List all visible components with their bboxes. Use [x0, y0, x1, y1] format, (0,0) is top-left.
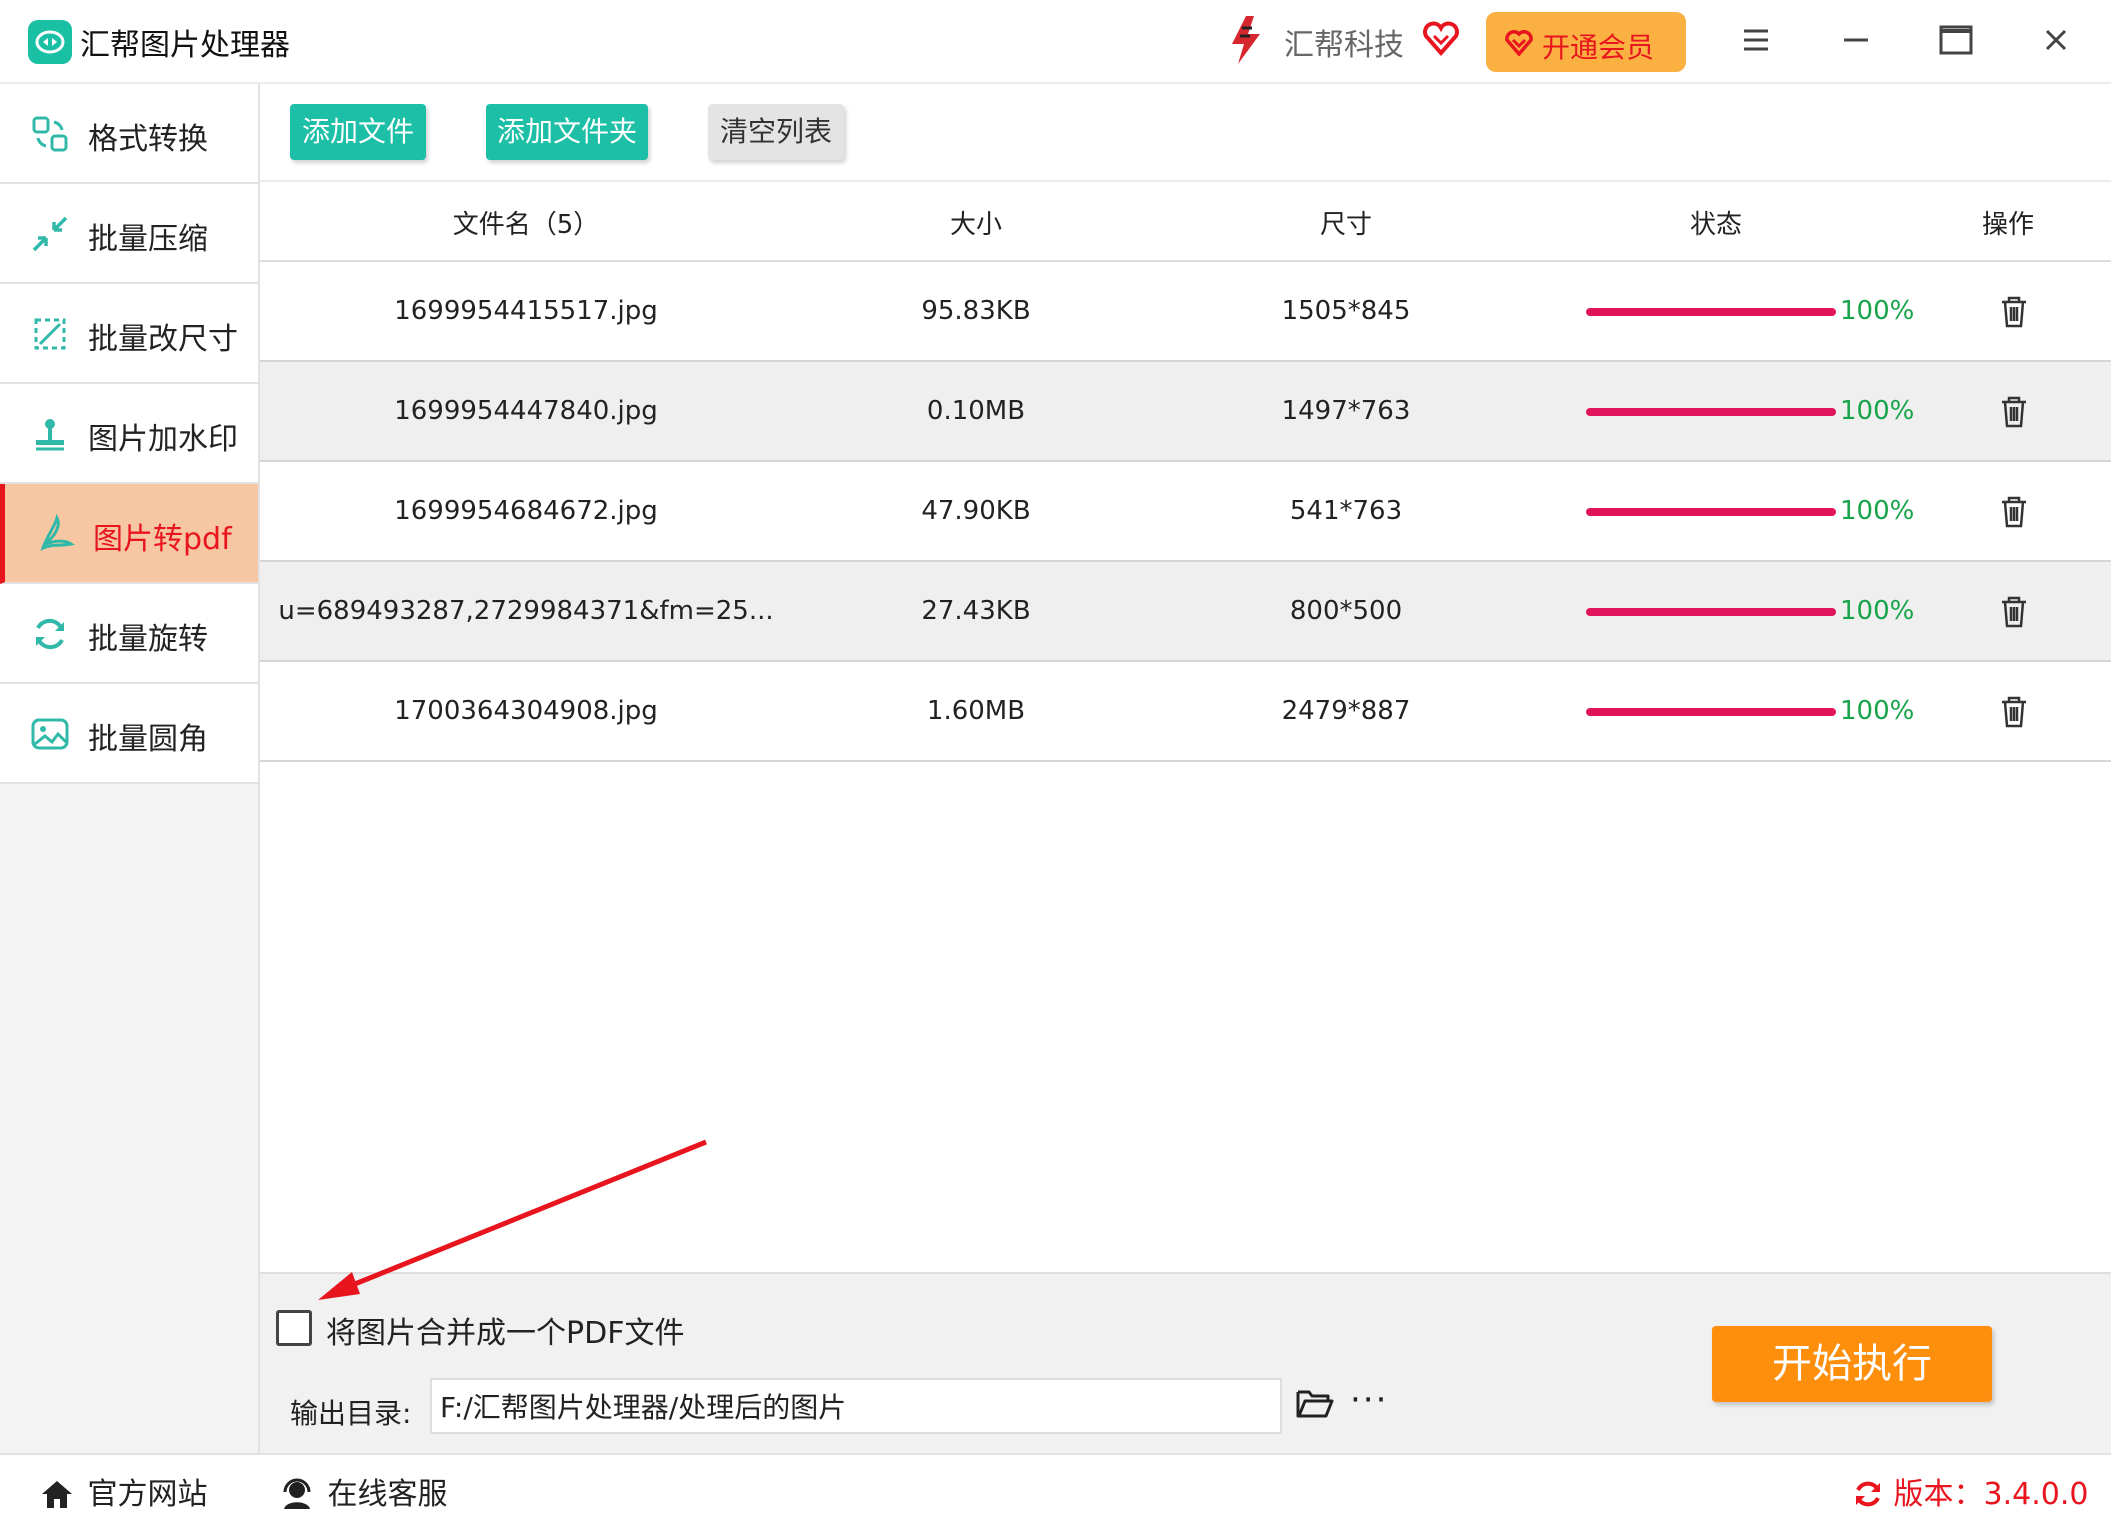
toolbar: 添加文件 添加文件夹 清空列表 — [260, 84, 2111, 182]
title-bar: 汇帮图片处理器 汇帮科技 开通会员 — [0, 0, 2111, 84]
progress-bar — [1586, 708, 1836, 716]
column-header-dimensions: 尺寸 — [1319, 210, 1373, 240]
file-dimensions: 2479*887 — [1281, 696, 1411, 726]
sidebar-item-rotate[interactable]: 批量旋转 — [0, 584, 258, 684]
column-header-filename: 文件名（5） — [452, 210, 600, 240]
sidebar: 格式转换 批量压缩 批量改尺寸 图片加水印 图片转pdf 批量旋转 批量圆角 — [0, 84, 260, 1453]
file-name: 1699954684672.jpg — [394, 496, 658, 526]
compress-icon — [30, 214, 70, 254]
delete-row-icon[interactable] — [1994, 292, 2034, 332]
output-dir-label: 输出目录: — [290, 1397, 412, 1430]
file-dimensions: 541*763 — [1289, 496, 1403, 526]
sidebar-item-label: 批量压缩 — [88, 222, 208, 257]
file-name: u=689493287,2729984371&fm=25... — [278, 596, 774, 626]
progress-bar — [1586, 608, 1836, 616]
brand-logo-icon — [1226, 14, 1266, 70]
sidebar-item-resize[interactable]: 批量改尺寸 — [0, 284, 258, 384]
watermark-icon — [30, 414, 70, 454]
website-label: 官方网站 — [87, 1477, 208, 1512]
brand-name: 汇帮科技 — [1284, 28, 1404, 63]
table-row[interactable]: 1699954684672.jpg 47.90KB 541*763 100% — [260, 462, 2111, 562]
add-file-button[interactable]: 添加文件 — [290, 104, 426, 160]
sidebar-item-image-to-pdf[interactable]: 图片转pdf — [0, 484, 258, 584]
table-row[interactable]: 1699954415517.jpg 95.83KB 1505*845 100% — [260, 262, 2111, 362]
add-folder-button[interactable]: 添加文件夹 — [486, 104, 648, 160]
file-size: 0.10MB — [926, 396, 1026, 426]
table-row[interactable]: u=689493287,2729984371&fm=25... 27.43KB … — [260, 562, 2111, 662]
round-corner-icon — [30, 714, 70, 754]
sidebar-item-label: 格式转换 — [88, 122, 208, 157]
maximize-icon[interactable] — [1934, 18, 1978, 62]
rotate-icon — [30, 614, 70, 654]
bottom-panel: 将图片合并成一个PDF文件 输出目录: F:/汇帮图片处理器/处理后的图片 ··… — [260, 1272, 2111, 1454]
official-website-link[interactable]: 官方网站 — [40, 1469, 208, 1513]
sidebar-item-label: 批量改尺寸 — [88, 322, 238, 357]
file-dimensions: 1497*763 — [1281, 396, 1411, 426]
file-dimensions: 800*500 — [1289, 596, 1403, 626]
progress-bar — [1586, 408, 1836, 416]
open-vip-button[interactable]: 开通会员 — [1486, 12, 1686, 72]
resize-icon — [30, 314, 70, 354]
more-options-icon[interactable]: ··· — [1350, 1380, 1388, 1420]
file-size: 1.60MB — [926, 696, 1026, 726]
delete-row-icon[interactable] — [1994, 492, 2034, 532]
progress-bar — [1586, 508, 1836, 516]
merge-pdf-label[interactable]: 将图片合并成一个PDF文件 — [326, 1308, 684, 1352]
refresh-icon — [1852, 1477, 1894, 1512]
version-info[interactable]: 版本：3.4.0.0 — [1852, 1469, 2089, 1513]
app-title: 汇帮图片处理器 — [80, 28, 290, 63]
clear-list-button[interactable]: 清空列表 — [708, 104, 844, 160]
column-header-action: 操作 — [1981, 210, 2035, 240]
output-dir-input[interactable]: F:/汇帮图片处理器/处理后的图片 — [430, 1378, 1282, 1434]
sidebar-item-round-corner[interactable]: 批量圆角 — [0, 684, 258, 784]
file-size: 47.90KB — [921, 496, 1031, 526]
sidebar-item-compress[interactable]: 批量压缩 — [0, 184, 258, 284]
version-label: 版本：3.4.0.0 — [1893, 1477, 2089, 1512]
progress-percent: 100% — [1840, 696, 1915, 726]
minimize-icon[interactable] — [1834, 18, 1878, 62]
support-agent-icon — [280, 1477, 328, 1512]
table-row[interactable]: 1699954447840.jpg 0.10MB 1497*763 100% — [260, 362, 2111, 462]
delete-row-icon[interactable] — [1994, 692, 2034, 732]
sidebar-item-watermark[interactable]: 图片加水印 — [0, 384, 258, 484]
app-logo-icon — [28, 20, 72, 64]
file-name: 1699954447840.jpg — [394, 396, 658, 426]
close-icon[interactable] — [2034, 18, 2078, 62]
menu-icon[interactable] — [1734, 18, 1778, 62]
support-label: 在线客服 — [327, 1477, 448, 1512]
column-header-status: 状态 — [1689, 210, 1743, 240]
progress-percent: 100% — [1840, 396, 1915, 426]
format-convert-icon — [30, 114, 70, 154]
footer: 官方网站 在线客服 版本：3.4.0.0 — [0, 1453, 2111, 1521]
delete-row-icon[interactable] — [1994, 392, 2034, 432]
sidebar-item-format-convert[interactable]: 格式转换 — [0, 84, 258, 184]
file-name: 1700364304908.jpg — [394, 696, 658, 726]
progress-percent: 100% — [1840, 596, 1915, 626]
sidebar-item-label: 图片转pdf — [93, 522, 232, 557]
folder-open-icon[interactable] — [1296, 1388, 1334, 1424]
sidebar-item-label: 批量圆角 — [88, 722, 208, 757]
pdf-icon — [35, 513, 75, 554]
vip-heart-icon — [1422, 20, 1460, 60]
online-support-link[interactable]: 在线客服 — [280, 1469, 448, 1513]
sidebar-item-label: 批量旋转 — [88, 622, 208, 657]
vip-label: 开通会员 — [1542, 31, 1655, 64]
merge-pdf-checkbox[interactable] — [276, 1310, 312, 1346]
file-table-header: 文件名（5） 大小 尺寸 状态 操作 — [260, 182, 2111, 262]
progress-bar — [1586, 308, 1836, 316]
file-size: 95.83KB — [921, 296, 1031, 326]
start-button[interactable]: 开始执行 — [1712, 1326, 1992, 1402]
file-dimensions: 1505*845 — [1281, 296, 1411, 326]
progress-percent: 100% — [1840, 296, 1915, 326]
sidebar-item-label: 图片加水印 — [88, 422, 238, 457]
vip-gem-icon — [1504, 28, 1534, 60]
column-header-size: 大小 — [949, 210, 1003, 240]
delete-row-icon[interactable] — [1994, 592, 2034, 632]
file-size: 27.43KB — [921, 596, 1031, 626]
file-name: 1699954415517.jpg — [394, 296, 658, 326]
progress-percent: 100% — [1840, 496, 1915, 526]
table-row[interactable]: 1700364304908.jpg 1.60MB 2479*887 100% — [260, 662, 2111, 762]
home-icon — [40, 1477, 88, 1512]
